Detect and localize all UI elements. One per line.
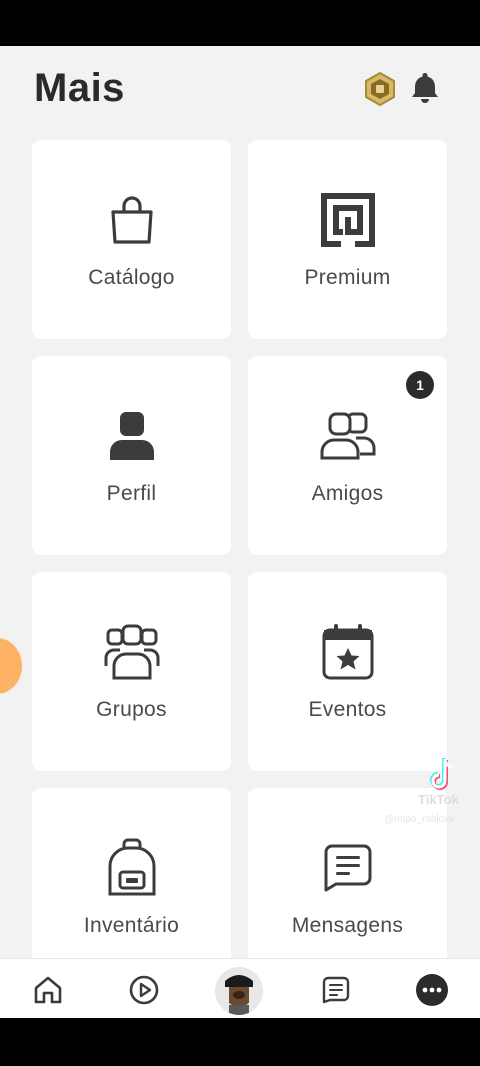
- shopping-bag-icon: [100, 188, 164, 252]
- play-icon: [129, 975, 159, 1005]
- status-bar: [0, 0, 480, 46]
- avatar[interactable]: [215, 967, 263, 1015]
- home-icon: [34, 976, 62, 1004]
- nav-home[interactable]: [31, 973, 65, 1007]
- menu-card-label: Catálogo: [88, 266, 175, 289]
- page-title: Mais: [34, 66, 125, 110]
- floating-bubble[interactable]: [0, 638, 22, 694]
- groups-icon: [100, 620, 164, 684]
- backpack-icon: [100, 836, 164, 900]
- tiktok-handle: @mtpo_robloxx: [384, 814, 455, 825]
- menu-card-label: Amigos: [311, 482, 384, 505]
- bottom-nav: [0, 958, 480, 1018]
- robux-icon: [365, 71, 395, 107]
- notifications-button[interactable]: [408, 70, 442, 106]
- menu-card-grupos[interactable]: Grupos: [32, 572, 231, 771]
- menu-card-label: Perfil: [106, 482, 157, 505]
- menu-card-label: Grupos: [96, 698, 167, 721]
- premium-icon: [316, 188, 380, 252]
- menu-card-eventos[interactable]: Eventos: [248, 572, 447, 771]
- profile-icon: [100, 404, 164, 468]
- tiktok-brand-text: TikTok: [418, 792, 459, 807]
- menu-card-label: Eventos: [308, 698, 387, 721]
- bell-icon: [412, 73, 438, 103]
- chat-icon: [322, 976, 350, 1004]
- notification-badge: 1: [406, 371, 434, 399]
- more-screen: Mais Catálogo Premium Perfil 1 Amigos Gr…: [0, 46, 480, 1018]
- menu-card-label: Inventário: [83, 914, 180, 937]
- nav-chat[interactable]: [319, 973, 353, 1007]
- calendar-star-icon: [316, 620, 380, 684]
- nav-discover[interactable]: [127, 973, 161, 1007]
- menu-card-catalogo[interactable]: Catálogo: [32, 140, 231, 339]
- messages-icon: [316, 836, 380, 900]
- friends-icon: [316, 404, 380, 468]
- avatar-image: [215, 967, 263, 1015]
- menu-card-label: Mensagens: [291, 914, 404, 937]
- menu-card-perfil[interactable]: Perfil: [32, 356, 231, 555]
- menu-card-premium[interactable]: Premium: [248, 140, 447, 339]
- tiktok-logo-icon: [430, 758, 454, 790]
- system-bar: [0, 1018, 480, 1066]
- menu-card-label: Premium: [304, 266, 391, 289]
- header: Mais: [0, 46, 480, 134]
- tiktok-watermark: TikTok @mtpo_robloxx: [384, 754, 480, 834]
- nav-more[interactable]: [415, 973, 449, 1007]
- more-icon: [416, 974, 448, 1006]
- robux-button[interactable]: [362, 71, 398, 107]
- menu-card-amigos[interactable]: 1 Amigos: [248, 356, 447, 555]
